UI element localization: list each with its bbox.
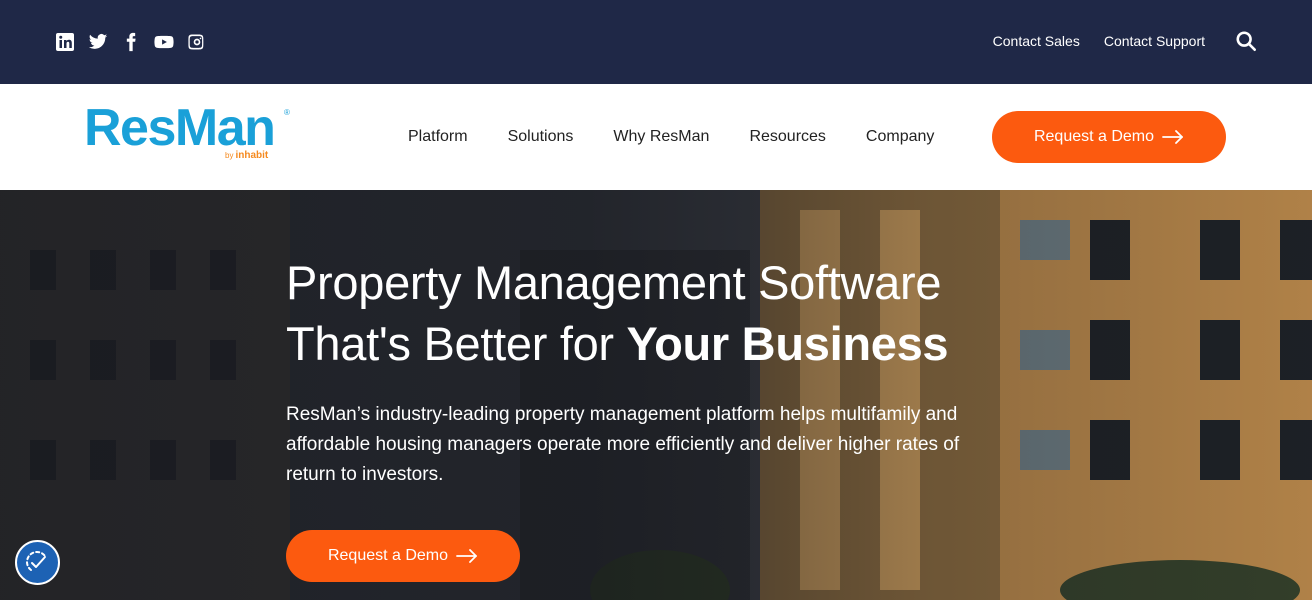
hero-title-line1: Property Management Software xyxy=(286,256,942,309)
hero-request-demo-button[interactable]: Request a Demo xyxy=(286,530,520,582)
linkedin-icon[interactable] xyxy=(55,32,75,52)
utility-bar: Contact Sales Contact Support xyxy=(0,0,1312,84)
hero-description: ResMan’s industry-leading property manag… xyxy=(286,404,960,485)
hero-section: Property Management Software That's Bett… xyxy=(0,190,1312,600)
main-nav: ResMan ® by inhabit Platform Solutions Wh… xyxy=(0,84,1312,190)
logo-inhabit-text: inhabit xyxy=(235,150,269,161)
hero-title: Property Management Software That's Bett… xyxy=(286,252,1046,374)
contact-sales-link[interactable]: Contact Sales xyxy=(993,28,1080,54)
request-demo-label: Request a Demo xyxy=(1033,128,1155,145)
nav-item-company[interactable]: Company xyxy=(866,128,934,146)
search-icon[interactable] xyxy=(1235,30,1257,52)
logo-wordmark: ResMan xyxy=(84,99,276,157)
registered-mark: ® xyxy=(284,108,290,117)
nav-menu: Platform Solutions Why ResMan Resources … xyxy=(408,84,934,190)
request-demo-button[interactable]: Request a Demo xyxy=(992,111,1226,163)
hero-content: Property Management Software That's Bett… xyxy=(286,252,1046,490)
nav-item-resources[interactable]: Resources xyxy=(749,128,825,146)
facebook-icon[interactable] xyxy=(121,32,141,52)
resman-logo[interactable]: ResMan ® by inhabit xyxy=(84,102,294,172)
contact-support-link[interactable]: Contact Support xyxy=(1104,28,1205,54)
nav-item-solutions[interactable]: Solutions xyxy=(508,128,574,146)
logo-by-text: by xyxy=(225,151,234,160)
social-links xyxy=(55,32,207,52)
nav-item-platform[interactable]: Platform xyxy=(408,128,468,146)
hero-title-bold: Your Business xyxy=(626,317,949,370)
accessibility-button[interactable] xyxy=(15,540,60,585)
twitter-icon[interactable] xyxy=(88,32,108,52)
hero-title-line2: That's Better for xyxy=(286,317,627,370)
accessibility-icon xyxy=(25,550,46,571)
instagram-icon[interactable] xyxy=(187,32,207,52)
arrow-right-icon xyxy=(456,549,477,563)
hero-request-demo-label: Request a Demo xyxy=(327,547,449,564)
utility-links: Contact Sales Contact Support xyxy=(993,28,1257,54)
arrow-right-icon xyxy=(1162,130,1183,144)
nav-item-why-resman[interactable]: Why ResMan xyxy=(613,128,709,146)
logo-byline: by inhabit xyxy=(225,150,268,161)
youtube-icon[interactable] xyxy=(154,32,174,52)
